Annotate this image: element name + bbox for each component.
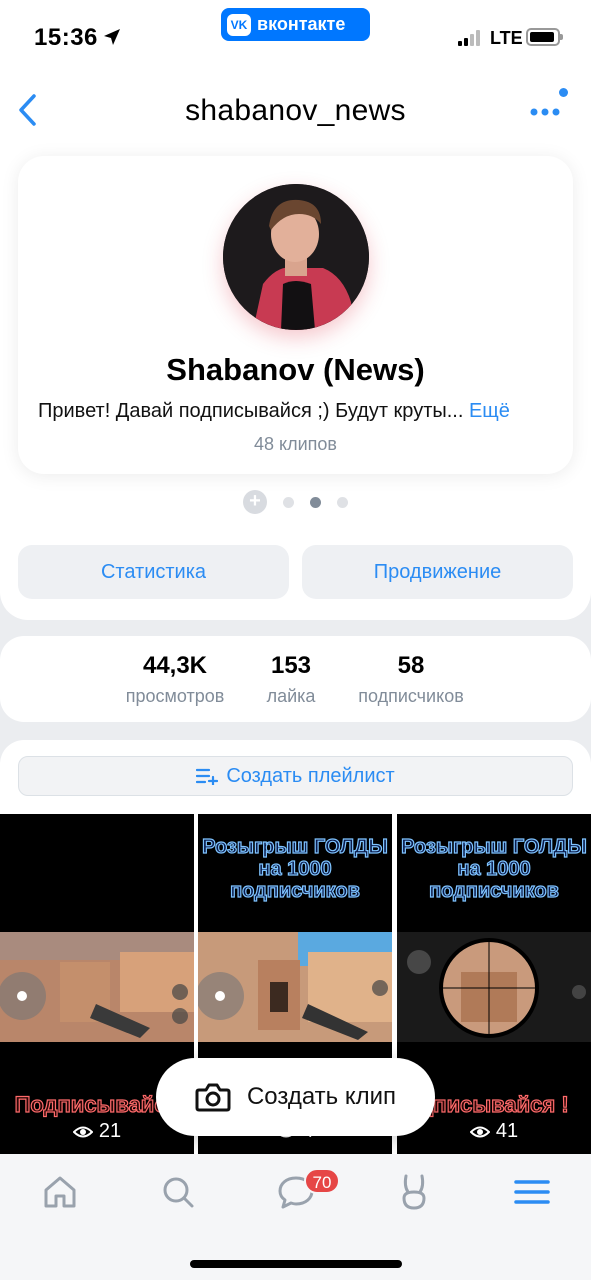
clips-count: 48 клипов [254,434,337,454]
clip-views: 21 [0,1120,194,1143]
page-dots: + [243,490,348,514]
battery-icon [526,28,563,46]
clip-promo-text: Розыгрыш ГОЛДЫ на 1000 подписчиков [401,835,588,902]
stat-views: 44,3K просмотров [112,652,238,707]
messages-badge: 70 [304,1168,340,1194]
game-preview [198,932,392,1042]
playlist-add-icon [196,768,219,785]
location-arrow-icon [104,29,120,45]
stat-value: 153 [270,652,312,679]
stats-card: 44,3K просмотров 153 лайка 58 подписчико… [0,636,591,722]
menu-icon[interactable] [512,1172,552,1212]
stat-label: подписчиков [358,686,464,706]
create-playlist-label: Создать плейлист [226,764,395,787]
home-icon[interactable] [40,1172,80,1212]
home-indicator [190,1260,402,1268]
eye-icon [72,1126,93,1137]
clip-views: 41 [397,1120,591,1143]
clips-bunny-icon[interactable] [394,1172,434,1212]
page-dot[interactable] [283,496,294,508]
game-preview [0,932,194,1042]
stat-subscribers[interactable]: 58 подписчиков [346,652,476,707]
vk-banner[interactable]: VK вконтакте [221,8,370,41]
clip-views-count: 41 [495,1120,519,1142]
promotion-button[interactable]: Продвижение [302,545,573,599]
add-page-icon[interactable]: + [243,490,267,514]
create-clip-label: Создать клип [246,1083,397,1110]
avatar[interactable] [223,184,369,330]
page-title: shabanov_news [185,94,406,127]
vk-logo-icon: VK [227,13,251,36]
notification-dot [559,88,568,97]
stat-value: 44,3K [142,652,208,679]
stat-value: 58 [397,652,425,679]
create-clip-button[interactable]: Создать клип [156,1058,435,1136]
profile-description: Привет! Давай подписывайся ;) Будут крут… [38,400,510,423]
stat-label: просмотров [125,686,225,706]
vk-banner-label: вконтакте [257,14,346,34]
profile-description-text: Привет! Давай подписывайся ;) Будут крут… [38,400,464,422]
search-icon[interactable] [158,1172,198,1212]
game-preview [397,932,591,1042]
profile-name: Shabanov (News) [166,352,425,387]
status-bar: 15:36 VK вконтакте LTE [0,0,591,70]
description-more-link[interactable]: Ещё [469,400,510,422]
statistics-button[interactable]: Статистика [18,545,289,599]
create-playlist-button[interactable]: Создать плейлист [18,756,573,796]
nav-header: shabanov_news [0,80,591,144]
network-label: LTE [490,28,523,48]
clip-views-count: 21 [98,1120,122,1142]
clip-promo-text: Розыгрыш ГОЛДЫ на 1000 подписчиков [202,835,389,902]
stat-likes: 153 лайка [258,652,324,707]
page-dot[interactable] [337,496,348,508]
signal-icon [458,30,480,46]
eye-icon [469,1126,490,1137]
profile-card: Shabanov (News) Привет! Давай подписывай… [18,156,573,474]
camera-icon [195,1083,231,1112]
more-options-icon[interactable] [526,102,566,122]
status-time: 15:36 [34,24,98,51]
page-dot-active[interactable] [310,496,321,508]
stat-label: лайка [266,686,316,706]
